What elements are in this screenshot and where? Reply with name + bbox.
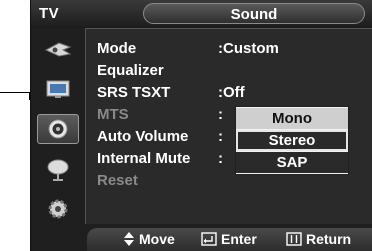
category-icon-column [31,28,86,224]
channel-icon[interactable] [37,154,79,184]
callout-line [0,92,30,93]
source-label: TV [39,5,60,22]
mode-value: :Custom [218,40,279,57]
footer-bar: Move Enter Return [31,224,372,251]
menu-item-reset: Reset [97,172,138,189]
menu-item-mode[interactable]: Mode [97,40,136,57]
picture-icon[interactable] [37,34,79,64]
menu-return-icon [286,232,302,246]
menu-item-auto-volume[interactable]: Auto Volume [97,128,188,145]
dropdown-option-mono[interactable]: Mono [236,108,348,129]
menu-header: TV Sound [31,0,372,29]
footer-return-label: Return [306,231,352,247]
sound-icon[interactable] [37,114,79,144]
dropdown-option-sap[interactable]: SAP [236,152,348,173]
input-icon[interactable] [37,74,79,104]
footer-enter-label: Enter [221,231,257,247]
osd-menu: TV Sound Mode:Custom Equalizer SRS TSXT… [30,0,372,251]
menu-item-mts[interactable]: MTS [97,106,129,123]
footer-move: Move [123,231,175,247]
enter-icon [201,232,217,246]
srs-tsxt-value: :Off [218,84,245,101]
menu-title: Sound [230,6,278,23]
title-pill: Sound [143,3,365,24]
footer-move-label: Move [139,231,175,247]
mts-value: : [218,106,223,123]
setup-icon[interactable] [37,194,79,224]
footer-enter: Enter [201,231,257,247]
menu-item-srs-tsxt[interactable]: SRS TSXT [97,84,170,101]
updown-arrows-icon [124,232,134,246]
menu-item-equalizer[interactable]: Equalizer [97,62,164,79]
dropdown-option-stereo[interactable]: Stereo [236,130,348,151]
auto-volume-value: : [218,128,223,145]
footer-return: Return [286,231,351,247]
menu-item-internal-mute[interactable]: Internal Mute [97,150,190,167]
internal-mute-value: : [218,150,223,167]
mts-dropdown[interactable]: Mono Stereo SAP [235,106,349,175]
